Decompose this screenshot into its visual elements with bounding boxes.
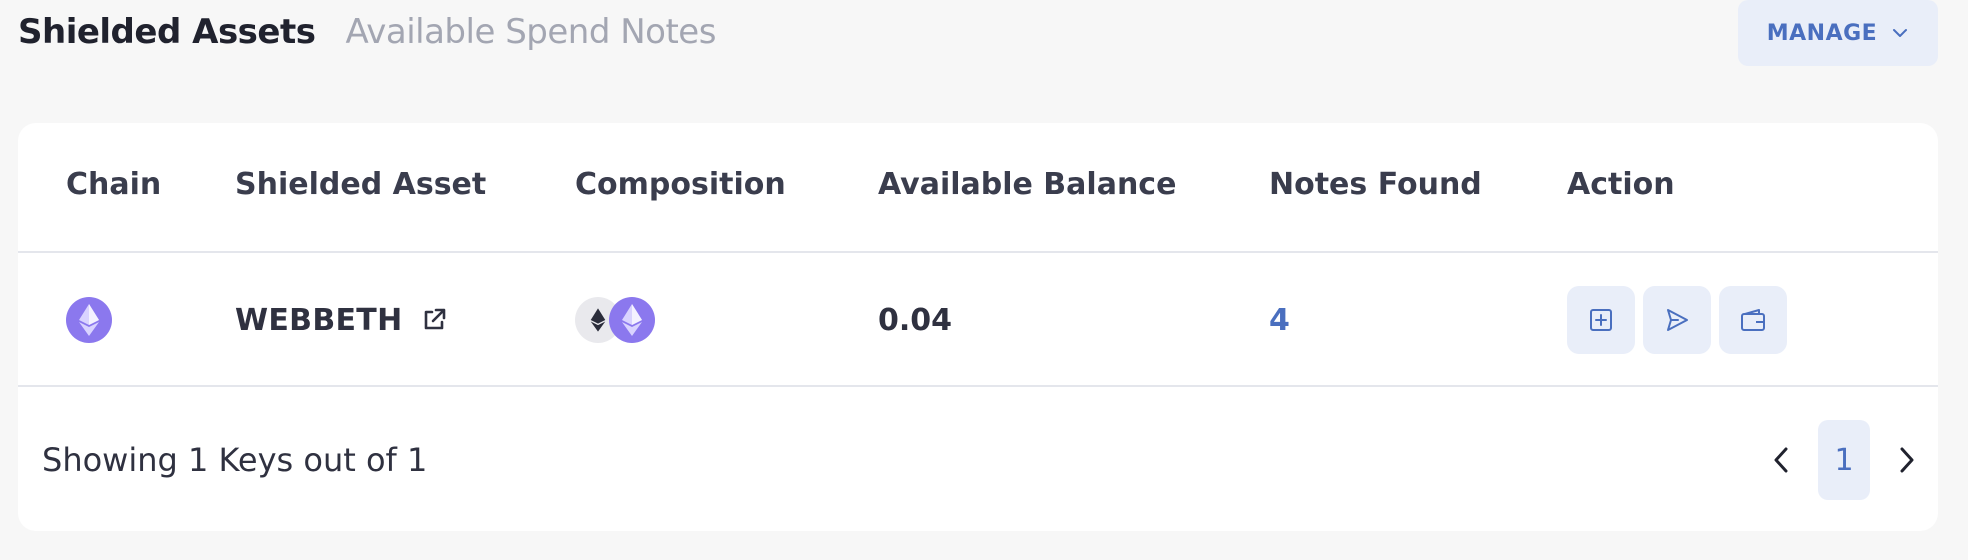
column-header-composition: Composition: [575, 167, 786, 202]
shielded-assets-table: Chain Shielded Asset Composition Availab…: [18, 123, 1938, 531]
asset-name: WEBBETH: [235, 302, 403, 338]
composition-cell: [575, 253, 659, 387]
column-header-chain: Chain: [66, 167, 162, 202]
transfer-icon: [1667, 309, 1688, 331]
header-tabs: Shielded Assets Available Spend Notes: [18, 8, 716, 56]
next-page-button[interactable]: [1876, 420, 1938, 500]
chevron-right-icon: [1900, 447, 1914, 473]
available-balance: 0.04: [878, 302, 953, 338]
tab-available-spend-notes[interactable]: Available Spend Notes: [345, 12, 716, 52]
asset-cell: WEBBETH: [235, 253, 448, 387]
notes-found-link[interactable]: 4: [1269, 303, 1290, 338]
column-header-available-balance: Available Balance: [878, 167, 1177, 202]
manage-label: MANAGE: [1766, 20, 1878, 46]
column-header-notes-found: Notes Found: [1269, 167, 1482, 202]
pagination-summary: Showing 1 Keys out of 1: [42, 441, 428, 479]
ethereum-icon: [609, 297, 655, 343]
chain-cell: [66, 253, 112, 387]
chevron-left-icon: [1774, 447, 1788, 473]
tab-shielded-assets[interactable]: Shielded Assets: [18, 12, 316, 52]
transfer-button[interactable]: [1643, 286, 1711, 354]
deposit-button[interactable]: [1567, 286, 1635, 354]
composition-icons: [575, 297, 659, 343]
table-header: Chain Shielded Asset Composition Availab…: [18, 123, 1938, 253]
manage-button[interactable]: MANAGE: [1738, 0, 1938, 66]
page-number-button[interactable]: 1: [1818, 420, 1870, 500]
deposit-icon: [1590, 309, 1612, 331]
pagination: 1: [1750, 389, 1938, 531]
chevron-down-icon: [1893, 29, 1908, 37]
external-link-icon[interactable]: [420, 306, 448, 334]
action-cell: [1567, 253, 1795, 387]
withdraw-icon: [1741, 309, 1765, 331]
notes-cell: 4: [1269, 253, 1290, 387]
table-footer: Showing 1 Keys out of 1 1: [18, 389, 1938, 531]
balance-cell: 0.04: [878, 253, 952, 387]
withdraw-button[interactable]: [1719, 286, 1787, 354]
ethereum-icon: [66, 297, 112, 343]
previous-page-button[interactable]: [1750, 420, 1812, 500]
column-header-shielded-asset: Shielded Asset: [235, 167, 487, 202]
table-row: WEBBETH 0.04 4: [18, 253, 1938, 387]
column-header-action: Action: [1567, 167, 1675, 202]
